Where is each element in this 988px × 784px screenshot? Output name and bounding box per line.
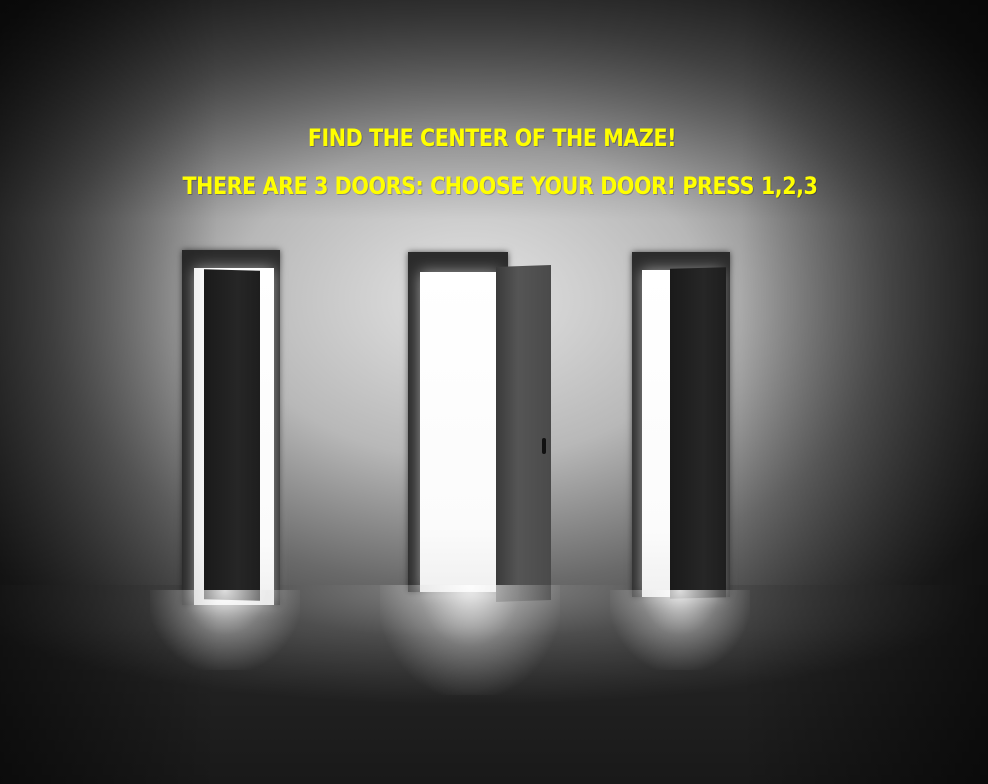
door-2-leaf <box>496 265 551 602</box>
door-3-floor-light <box>610 590 750 670</box>
door-1[interactable] <box>182 250 280 605</box>
maze-title-text: FIND THE CENTER OF THE MAZE! <box>307 124 677 152</box>
door-3[interactable] <box>632 252 730 599</box>
door-1-floor-light <box>150 590 300 670</box>
door-2[interactable] <box>408 252 554 602</box>
game-scene: FIND THE CENTER OF THE MAZE! THERE ARE 3… <box>0 0 988 784</box>
door-1-leaf <box>204 269 260 601</box>
door-instruction-text: THERE ARE 3 DOORS: CHOOSE YOUR DOOR! PRE… <box>182 172 818 200</box>
door-2-handle <box>542 438 546 454</box>
door-2-opening <box>420 272 500 592</box>
door-2-floor-light <box>380 585 560 695</box>
door-3-leaf <box>670 267 726 599</box>
